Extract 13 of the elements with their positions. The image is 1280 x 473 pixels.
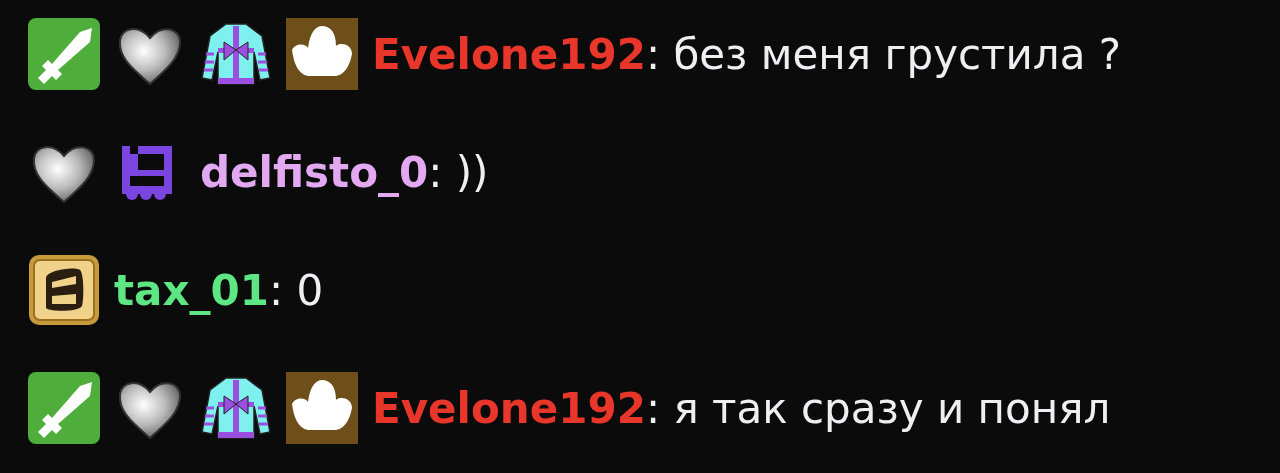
username[interactable]: tax_01 xyxy=(114,265,269,315)
message-text: : )) xyxy=(428,147,489,197)
message-text: : 0 xyxy=(268,265,324,315)
sword-icon xyxy=(28,18,100,90)
message-text: : я так сразу и понял xyxy=(645,383,1111,433)
username[interactable]: delfisto_0 xyxy=(200,147,429,197)
username[interactable]: Evelone192 xyxy=(372,29,646,79)
cloud-icon xyxy=(286,372,358,444)
username[interactable]: Evelone192 xyxy=(372,383,646,433)
sword-icon xyxy=(28,372,100,444)
card-icon xyxy=(28,254,100,326)
cloud-icon xyxy=(286,18,358,90)
message-text: : без меня грустила ? xyxy=(645,29,1122,79)
